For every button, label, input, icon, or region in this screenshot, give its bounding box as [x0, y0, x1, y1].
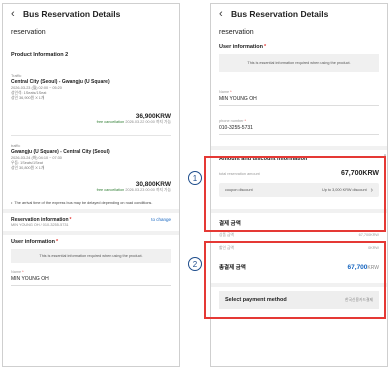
user-info-label: User information* — [11, 239, 59, 245]
phone-field[interactable]: phone number* 010-3255-5731 — [211, 109, 387, 138]
badge-1: 1 — [188, 171, 202, 185]
badge-2: 2 — [188, 257, 202, 271]
page-title: Bus Reservation Details — [23, 9, 121, 19]
user-info-label: User information* — [219, 44, 267, 50]
product-title: Product Information 2 — [11, 52, 69, 58]
name-field[interactable]: Name* MIN YOUNG OH — [3, 267, 179, 289]
note-text: The arrival time of the express bus may … — [14, 201, 153, 205]
user-info-notice: This is essential information required w… — [219, 54, 379, 72]
phone-value[interactable]: 010-3255-5731 — [219, 123, 379, 135]
header: ‹ Bus Reservation Details — [211, 4, 387, 24]
product-section: Product Information 2 — [3, 36, 179, 62]
cancel-info: free cancellation 2026.03.22 00:00 까지 가능 — [11, 120, 171, 125]
trip-card: traffic Gwangju (U Square) - Central Cit… — [3, 136, 179, 197]
arrival-note: • The arrival time of the express bus ma… — [3, 197, 179, 209]
highlight-amount-box — [204, 156, 386, 232]
left-screen: ‹ Bus Reservation Details reservation Pr… — [2, 3, 180, 367]
payment-row-value: 67,700KRW — [358, 233, 379, 237]
cancel-info: free cancellation 2026.03.23 00:00 까지 가능 — [11, 188, 171, 193]
trip-price: 30,800KRW — [135, 181, 171, 188]
page-subtitle: reservation — [11, 29, 46, 36]
trip-route: Gwangju (U Square) - Central City (Seoul… — [11, 149, 110, 155]
reservation-info-row: Reservation information* MIN YOUNG OH / … — [3, 213, 179, 231]
chevron-left-icon[interactable]: ‹ — [11, 8, 21, 20]
name-value[interactable]: MIN YOUNG OH — [11, 274, 171, 286]
user-info-notice: This is essential information required w… — [11, 249, 171, 263]
bullet: • — [11, 201, 13, 205]
name-value[interactable]: MIN YOUNG OH — [219, 94, 379, 106]
free-cancel-label: free cancellation — [96, 188, 125, 192]
page-subtitle: reservation — [219, 29, 254, 36]
name-field[interactable]: Name* MIN YOUNG OH — [211, 76, 387, 109]
cancel-deadline: 2026.03.23 00:00 까지 가능 — [125, 188, 171, 192]
trip-route: Central City (Seoul) - Gwangju (U Square… — [11, 79, 110, 85]
chevron-left-icon[interactable]: ‹ — [219, 8, 229, 20]
trip-price: 36,900KRW — [135, 113, 171, 120]
trip-card: Traffic Central City (Seoul) - Gwangju (… — [3, 62, 179, 129]
page-title: Bus Reservation Details — [231, 9, 329, 19]
payment-row-label: 상품 금액 — [219, 233, 235, 237]
cancel-deadline: 2026.03.22 00:00 까지 가능 — [125, 120, 171, 124]
reservation-value: MIN YOUNG OH / 010-3255-5731 — [11, 223, 69, 227]
header: ‹ Bus Reservation Details — [3, 4, 179, 24]
free-cancel-label: free cancellation — [96, 120, 125, 124]
highlight-payment-box — [204, 241, 386, 319]
change-link[interactable]: to change — [151, 217, 171, 222]
